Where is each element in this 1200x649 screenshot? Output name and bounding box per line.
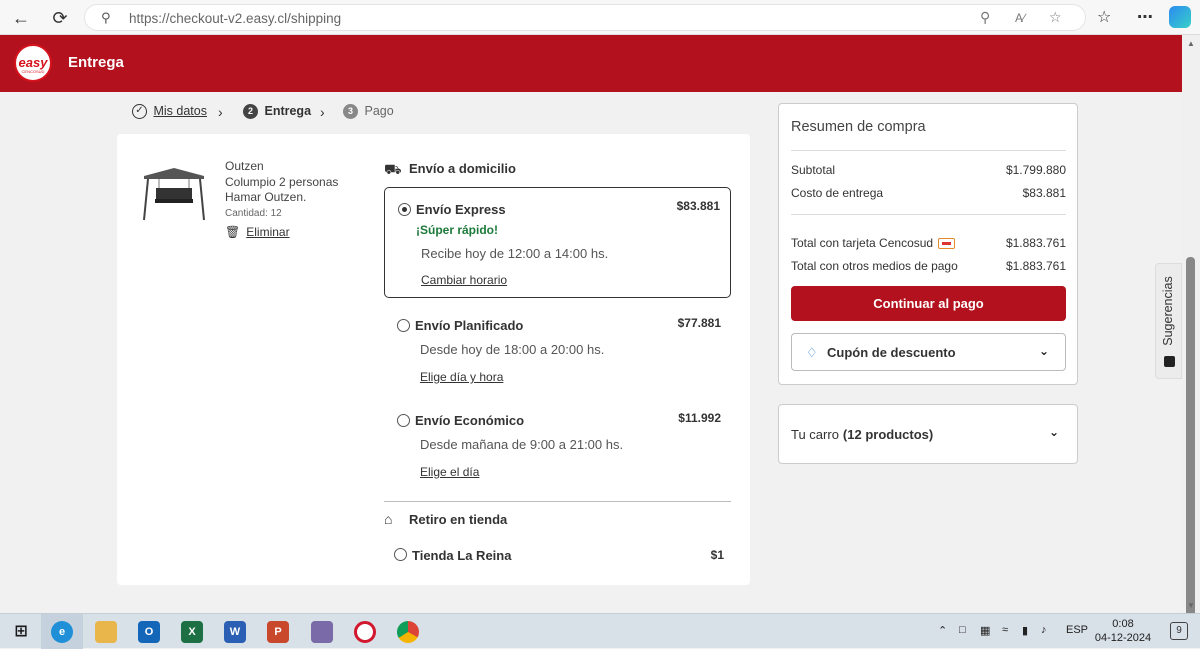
choose-day-time-link[interactable]: Elige día y hora: [420, 370, 503, 384]
excel-icon[interactable]: X: [181, 621, 203, 643]
delete-product-button[interactable]: 🗑 Eliminar: [225, 225, 290, 239]
zoom-icon[interactable]: ⚲: [980, 9, 990, 26]
choose-day-link[interactable]: Elige el día: [420, 465, 479, 479]
radio-store[interactable]: [394, 548, 407, 561]
radio-planificado[interactable]: [397, 319, 410, 332]
scroll-thumb[interactable]: [1186, 257, 1195, 623]
language-indicator[interactable]: ESP: [1066, 624, 1088, 636]
suggestions-tab[interactable]: Sugerencias: [1155, 263, 1182, 379]
option-store-la-reina[interactable]: Tienda La Reina $1: [393, 544, 724, 568]
radio-economico[interactable]: [397, 414, 410, 427]
store-icon: ⌂: [384, 511, 393, 527]
app-icon[interactable]: [311, 621, 333, 643]
powerpoint-icon[interactable]: P: [267, 621, 289, 643]
battery-icon[interactable]: ▮: [1022, 624, 1028, 637]
wifi-icon[interactable]: ≈: [1002, 624, 1008, 636]
outlook-icon[interactable]: O: [138, 621, 160, 643]
system-clock[interactable]: 0:08 04-12-2024: [1092, 617, 1154, 645]
radio-express[interactable]: [398, 203, 411, 216]
suggestions-icon: [1164, 356, 1175, 367]
more-menu-icon[interactable]: ⋯: [1137, 7, 1153, 27]
product-info: Outzen Columpio 2 personas Hamar Outzen.…: [225, 159, 339, 219]
favorite-star-icon[interactable]: ☆: [1049, 9, 1062, 26]
cencosud-card-icon: [938, 238, 956, 250]
change-schedule-link[interactable]: Cambiar horario: [421, 273, 507, 287]
step-entrega: 2 Entrega: [243, 104, 311, 120]
summary-title: Resumen de compra: [791, 119, 926, 135]
chevron-down-icon: ⌄: [1038, 344, 1049, 358]
file-explorer-icon[interactable]: [95, 621, 117, 643]
product-image: [143, 168, 205, 221]
shipping-card: Outzen Columpio 2 personas Hamar Outzen.…: [117, 134, 750, 585]
read-aloud-icon[interactable]: A∕: [1015, 11, 1025, 25]
word-icon[interactable]: W: [224, 621, 246, 643]
coupon-dropdown[interactable]: ♢ Cupón de descuento ⌄: [791, 333, 1066, 371]
site-header: easy CENCOSUD Entrega: [0, 35, 1182, 92]
browser-toolbar: ← ⟳ ⚲ https://checkout-v2.easy.cl/shippi…: [0, 0, 1200, 35]
back-icon[interactable]: ←: [9, 6, 33, 30]
home-delivery-title: Envío a domicilio: [409, 161, 516, 176]
chevron-down-icon: ⌄: [1048, 425, 1059, 439]
subtotal-row: Subtotal $1.799.880: [791, 163, 1066, 177]
windows-taskbar: ⊞ e O X W P ⌃ □ ▦ ≈ ▮ ♪ ESP 0:08 04-12-2…: [0, 613, 1200, 649]
tag-icon: ♢: [806, 345, 818, 360]
page-title: Entrega: [68, 54, 124, 71]
refresh-icon[interactable]: ⟳: [48, 6, 72, 30]
fast-badge: ¡Súper rápido!: [416, 223, 499, 237]
option-planificado[interactable]: Envío Planificado $77.881 Desde hoy de 1…: [384, 314, 731, 394]
shipping-cost-row: Costo de entrega $83.881: [791, 186, 1066, 200]
option-economico[interactable]: Envío Económico $11.992 Desde mañana de …: [384, 409, 731, 489]
address-bar[interactable]: ⚲ https://checkout-v2.easy.cl/shipping ⚲…: [84, 4, 1086, 31]
step-mis-datos[interactable]: ✓ Mis datos: [132, 104, 207, 120]
total-cencosud-row: Total con tarjeta Cencosud $1.883.761: [791, 236, 1066, 250]
camera-icon[interactable]: ▦: [980, 624, 990, 637]
truck-icon: ⛟: [384, 161, 402, 177]
check-icon: ✓: [132, 104, 147, 120]
section-divider: [384, 501, 731, 502]
scroll-down-icon[interactable]: ▼: [1187, 601, 1195, 610]
windows-start-icon[interactable]: ⊞: [10, 621, 32, 643]
total-other-row: Total con otros medios de pago $1.883.76…: [791, 259, 1066, 273]
continue-to-payment-button[interactable]: Continuar al pago: [791, 286, 1066, 321]
easy-logo[interactable]: easy CENCOSUD: [14, 44, 52, 82]
chevron-up-icon[interactable]: ⌃: [938, 624, 947, 637]
order-summary: Resumen de compra Subtotal $1.799.880 Co…: [778, 103, 1078, 385]
page-scrollbar[interactable]: ▲ ▼: [1182, 35, 1200, 623]
notifications-icon[interactable]: 9: [1170, 622, 1188, 640]
trash-icon: 🗑: [225, 225, 241, 239]
scroll-up-icon[interactable]: ▲: [1187, 39, 1195, 48]
copilot-icon[interactable]: [1169, 6, 1191, 28]
chrome-icon[interactable]: [397, 621, 419, 643]
lock-icon[interactable]: ⚲: [101, 10, 111, 26]
url-text[interactable]: https://checkout-v2.easy.cl/shipping: [129, 11, 341, 26]
step-pago: 3 Pago: [343, 104, 394, 120]
chevron-right-icon: ›: [218, 104, 223, 120]
meet-icon[interactable]: □: [959, 624, 966, 636]
store-pickup-title: Retiro en tienda: [409, 512, 508, 527]
option-express[interactable]: Envío Express $83.881 ¡Súper rápido! Rec…: [384, 187, 731, 298]
volume-icon[interactable]: ♪: [1041, 624, 1047, 636]
cart-dropdown[interactable]: Tu carro (12 productos) ⌄: [778, 404, 1078, 464]
favorites-icon[interactable]: ☆: [1097, 7, 1111, 27]
edge-icon[interactable]: e: [51, 621, 73, 643]
opera-icon[interactable]: [354, 621, 376, 643]
chevron-right-icon: ›: [320, 104, 325, 120]
